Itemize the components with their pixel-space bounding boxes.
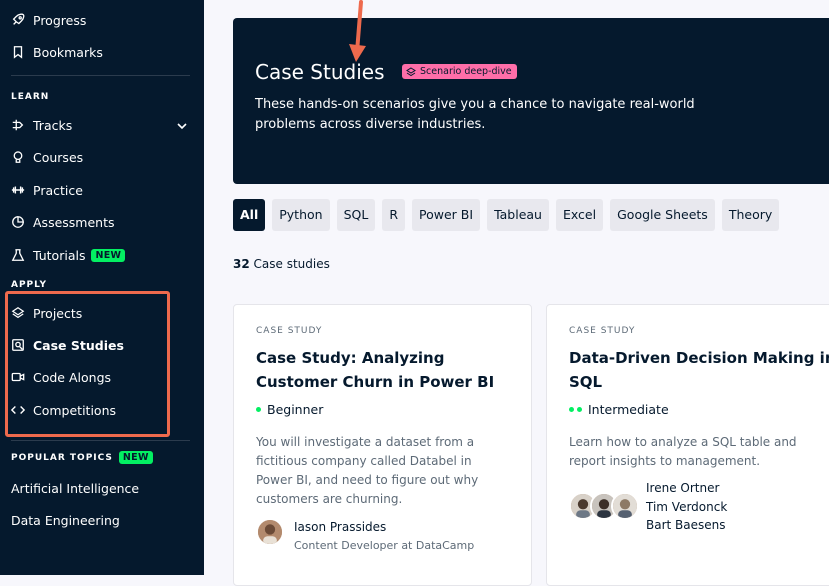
popular-topics-label: POPULAR TOPICS [11, 452, 113, 463]
level-dot [569, 407, 574, 412]
filter-chip-python[interactable]: Python [272, 199, 330, 231]
dumbbell-icon [11, 183, 25, 197]
result-count: 32 Case studies [233, 257, 330, 271]
sidebar-item-label: Courses [33, 149, 84, 165]
card-title[interactable]: Case Study: Analyzing Customer Churn in … [256, 346, 526, 394]
rocket-icon [11, 13, 25, 27]
sidebar-item-label: Assessments [33, 214, 115, 230]
sidebar-item-label: Bookmarks [33, 44, 103, 60]
difficulty-label: Intermediate [588, 402, 669, 417]
avatar [256, 518, 284, 546]
filter-chip-all[interactable]: All [233, 199, 266, 231]
card-description: You will investigate a dataset from a fi… [256, 435, 479, 506]
section-label-popular-topics: POPULAR TOPICS NEW [11, 451, 153, 464]
filter-chip-sql[interactable]: SQL [336, 199, 376, 231]
scenario-tag-label: Scenario deep-dive [420, 66, 512, 77]
author-name: Bart Baesens [646, 518, 726, 532]
flask-icon [11, 248, 25, 262]
case-study-card[interactable]: CASE STUDY Data-Driven Decision Making i… [546, 304, 829, 586]
assessment-icon [11, 215, 25, 229]
author-name: Iason Prassides [294, 520, 387, 534]
filter-chip-power-bi[interactable]: Power BI [412, 199, 481, 231]
section-label-apply: APPLY [11, 280, 48, 290]
sidebar-item-label: Practice [33, 182, 83, 198]
topic-link-data-engineering[interactable]: Data Engineering [11, 513, 120, 528]
layers-icon [406, 66, 416, 76]
new-badge: NEW [118, 451, 153, 464]
filter-bar: All Python SQL R Power BI Tableau Excel … [233, 199, 786, 231]
sidebar-item-tracks[interactable]: Tracks [11, 114, 72, 136]
sidebar-item-tutorials[interactable]: Tutorials NEW [11, 244, 126, 266]
card-eyebrow: CASE STUDY [256, 326, 323, 336]
sidebar-item-bookmarks[interactable]: Bookmarks [11, 41, 103, 63]
section-label-learn: LEARN [11, 92, 50, 102]
card-eyebrow: CASE STUDY [569, 326, 636, 336]
case-study-card[interactable]: CASE STUDY Case Study: Analyzing Custome… [233, 304, 532, 586]
sidebar-item-label: Tutorials [33, 247, 86, 263]
sidebar-divider [11, 440, 190, 441]
author-name: Tim Verdonck [646, 499, 728, 514]
new-badge: NEW [91, 248, 126, 262]
sidebar-item-practice[interactable]: Practice [11, 179, 83, 201]
sidebar-item-label: Progress [33, 12, 87, 28]
author-role: Content Developer at DataCamp [294, 538, 475, 552]
author-name: Irene Ortner [646, 481, 720, 495]
filter-chip-theory[interactable]: Theory [721, 199, 780, 231]
annotation-highlight-box [5, 291, 170, 437]
author-block: Iason Prassides Content Developer at Dat… [256, 518, 474, 555]
filter-chip-tableau[interactable]: Tableau [487, 199, 549, 231]
topic-link-ai[interactable]: Artificial Intelligence [11, 481, 139, 496]
bookmark-icon [11, 45, 25, 59]
filter-chip-google-sheets[interactable]: Google Sheets [610, 199, 715, 231]
hero-description: These hands-on scenarios give you a chan… [255, 97, 695, 132]
chevron-down-icon[interactable] [176, 120, 188, 132]
filter-chip-excel[interactable]: Excel [555, 199, 604, 231]
sidebar-item-courses[interactable]: Courses [11, 146, 83, 168]
result-count-label: Case studies [253, 257, 330, 271]
avatar [611, 492, 639, 520]
result-count-number: 32 [233, 257, 250, 271]
difficulty-level: Beginner [256, 402, 323, 417]
annotation-arrow-icon [349, 0, 366, 62]
author-block: Irene Ortner Tim Verdonck Bart Baesens [569, 479, 727, 535]
hero-banner: Case Studies Scenario deep-dive These ha… [233, 18, 829, 184]
difficulty-label: Beginner [267, 402, 324, 417]
tracks-icon [11, 118, 25, 132]
lightbulb-icon [11, 150, 25, 164]
level-dot [256, 407, 261, 412]
card-title[interactable]: Data-Driven Decision Making in SQL [569, 346, 829, 394]
sidebar-item-assessments[interactable]: Assessments [11, 211, 115, 233]
filter-chip-r[interactable]: R [382, 199, 406, 231]
sidebar-item-progress[interactable]: Progress [11, 9, 86, 31]
scenario-tag: Scenario deep-dive [402, 64, 517, 79]
level-dot [577, 407, 582, 412]
sidebar: Progress Bookmarks LEARN Tracks Courses … [0, 0, 204, 575]
sidebar-divider [11, 75, 190, 76]
difficulty-level: Intermediate [569, 402, 669, 417]
card-description: Learn how to analyze a SQL table and rep… [569, 435, 797, 468]
sidebar-item-label: Tracks [33, 117, 73, 133]
